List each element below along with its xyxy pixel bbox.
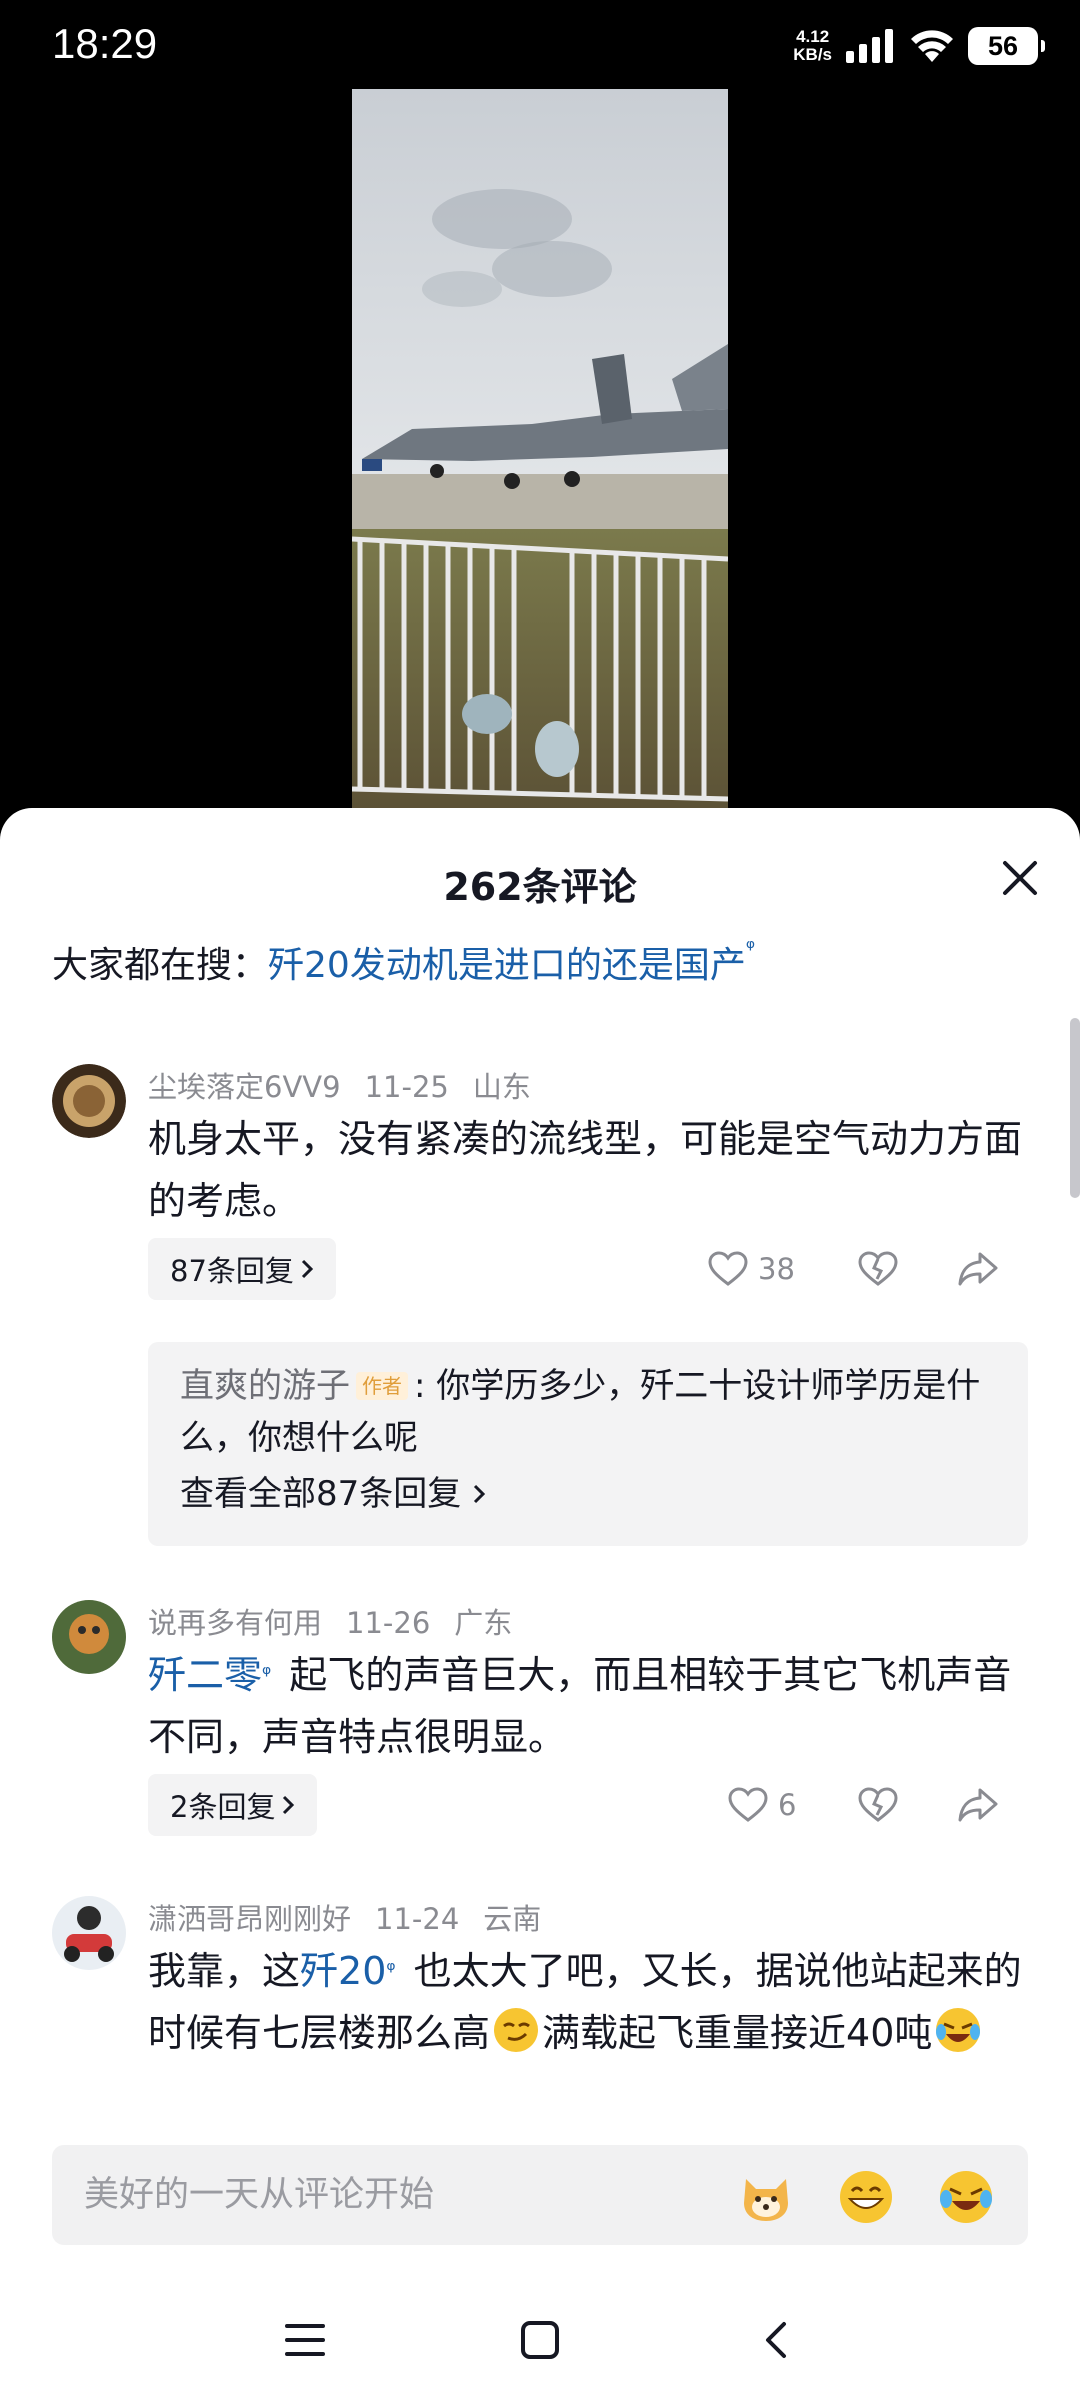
author-badge: 作者 — [356, 1372, 408, 1400]
smirk-emoji-icon — [494, 2008, 539, 2052]
comment-input[interactable]: 美好的一天从评论开始 — [52, 2145, 1028, 2245]
reply-preview[interactable]: 直爽的游子 作者: 你学历多少，歼二十设计师学历是什么，你想什么呢 查看全部87条… — [148, 1342, 1028, 1546]
broken-heart-icon — [858, 1787, 898, 1822]
comment-count-title: 262条评论 — [443, 865, 637, 909]
comment-text[interactable]: 机身太平，没有紧凑的流线型，可能是空气动力方面的考虑。 — [148, 1108, 1028, 1232]
comment-date: 11-25 — [364, 1070, 449, 1104]
view-replies-button[interactable]: 87条回复 — [148, 1238, 336, 1300]
menu-icon — [285, 2324, 325, 2356]
avatar[interactable] — [52, 1600, 126, 1674]
grinning-emoji-icon[interactable] — [838, 2169, 894, 2225]
system-nav-bar — [0, 2270, 1080, 2400]
avatar-image — [52, 1896, 126, 1970]
crying-laughing-emoji-icon[interactable] — [938, 2169, 994, 2225]
comment-text[interactable]: 我靠，这歼20ᵠ 也太大了吧，又长，据说他站起来的时候有七层楼那么高 满载起飞重量… — [148, 1940, 1028, 2064]
avatar-image — [52, 1600, 126, 1674]
search-icon: ᵠ — [262, 1662, 272, 1687]
chevron-right-icon — [301, 1259, 314, 1279]
comment-username[interactable]: 尘埃落定6VV9 — [148, 1070, 341, 1104]
trending-search-link[interactable]: 歼20发动机是进口的还是国产 — [268, 945, 746, 986]
battery-indicator: 56 — [968, 27, 1045, 65]
reply-username[interactable]: 直爽的游子 — [180, 1366, 350, 1406]
menu-nav-button[interactable] — [275, 2310, 335, 2370]
avatar[interactable] — [52, 1896, 126, 1970]
comment-date: 11-24 — [375, 1902, 460, 1936]
comment-username[interactable]: 说再多有何用 — [148, 1606, 322, 1640]
back-nav-button[interactable] — [745, 2310, 805, 2370]
share-icon — [958, 1252, 998, 1286]
home-square-icon — [521, 2321, 559, 2359]
comment-text[interactable]: 歼二零ᵠ 起飞的声音巨大，而且相较于其它飞机声音不同，声音特点很明显。 — [148, 1644, 1028, 1768]
comment-username[interactable]: 潇洒哥昂刚刚好 — [148, 1902, 351, 1936]
share-icon — [958, 1788, 998, 1822]
comment-search-link[interactable]: 歼20 — [300, 1949, 386, 1993]
avatar-image — [52, 1064, 126, 1138]
video-thumbnail — [352, 89, 728, 808]
heart-icon — [728, 1787, 768, 1822]
comment-meta: 潇洒哥昂刚刚好 11-24 云南 — [148, 1896, 565, 1938]
status-time: 18:29 — [52, 20, 158, 67]
view-replies-button[interactable]: 2条回复 — [148, 1774, 318, 1836]
comment-location: 广东 — [454, 1606, 513, 1640]
network-speed: 4.12 KB/s — [793, 27, 832, 64]
heart-icon — [708, 1251, 748, 1286]
video-player[interactable] — [352, 89, 728, 808]
reply-preview-text: 直爽的游子 作者: 你学历多少，歼二十设计师学历是什么，你想什么呢 — [180, 1360, 996, 1464]
like-count: 6 — [778, 1788, 797, 1822]
comment-input-placeholder: 美好的一天从评论开始 — [84, 2175, 435, 2215]
signal-icon — [846, 29, 893, 63]
close-icon — [1003, 861, 1037, 895]
comment-meta: 尘埃落定6VV9 11-25 山东 — [148, 1064, 555, 1106]
dislike-button[interactable] — [828, 1251, 928, 1287]
like-button[interactable]: 6 — [728, 1787, 828, 1823]
dog-emoji-icon[interactable] — [738, 2169, 794, 2225]
status-bar: 18:29 4.12 KB/s 56 — [0, 0, 1080, 90]
trending-search: 大家都在搜：歼20发动机是进口的还是国产ᵠ — [52, 936, 761, 988]
comment-actions: 38 — [708, 1238, 1028, 1300]
share-button[interactable] — [928, 1787, 1028, 1823]
crying-laughing-emoji-icon — [936, 2008, 981, 2052]
search-icon: ᵠ — [386, 1958, 396, 1983]
like-count: 38 — [758, 1252, 795, 1286]
comment-date: 11-26 — [346, 1606, 431, 1640]
close-button[interactable] — [990, 848, 1050, 908]
avatar[interactable] — [52, 1064, 126, 1138]
home-nav-button[interactable] — [510, 2310, 570, 2370]
replies-label: 87条回复 — [170, 1254, 294, 1288]
chevron-right-icon — [283, 1795, 295, 1815]
scrollbar[interactable] — [1070, 1018, 1080, 1198]
comment-location: 山东 — [472, 1070, 531, 1104]
comment-actions: 6 — [728, 1774, 1028, 1836]
broken-heart-icon — [858, 1251, 898, 1286]
comment-location: 云南 — [483, 1902, 542, 1936]
status-icons: 4.12 KB/s 56 — [793, 22, 1045, 70]
trending-search-prefix: 大家都在搜： — [52, 945, 269, 986]
comment-meta: 说再多有何用 11-26 广东 — [148, 1600, 536, 1642]
back-icon — [766, 2322, 786, 2358]
like-button[interactable]: 38 — [708, 1251, 828, 1287]
share-button[interactable] — [928, 1251, 1028, 1287]
view-all-replies[interactable]: 查看全部87条回复 — [180, 1464, 996, 1524]
comment-search-link[interactable]: 歼二零 — [148, 1653, 262, 1697]
dislike-button[interactable] — [828, 1787, 928, 1823]
wifi-icon — [911, 30, 953, 62]
replies-label: 2条回复 — [170, 1790, 276, 1824]
search-icon: ᵠ — [745, 936, 755, 961]
chevron-right-icon — [474, 1484, 486, 1504]
